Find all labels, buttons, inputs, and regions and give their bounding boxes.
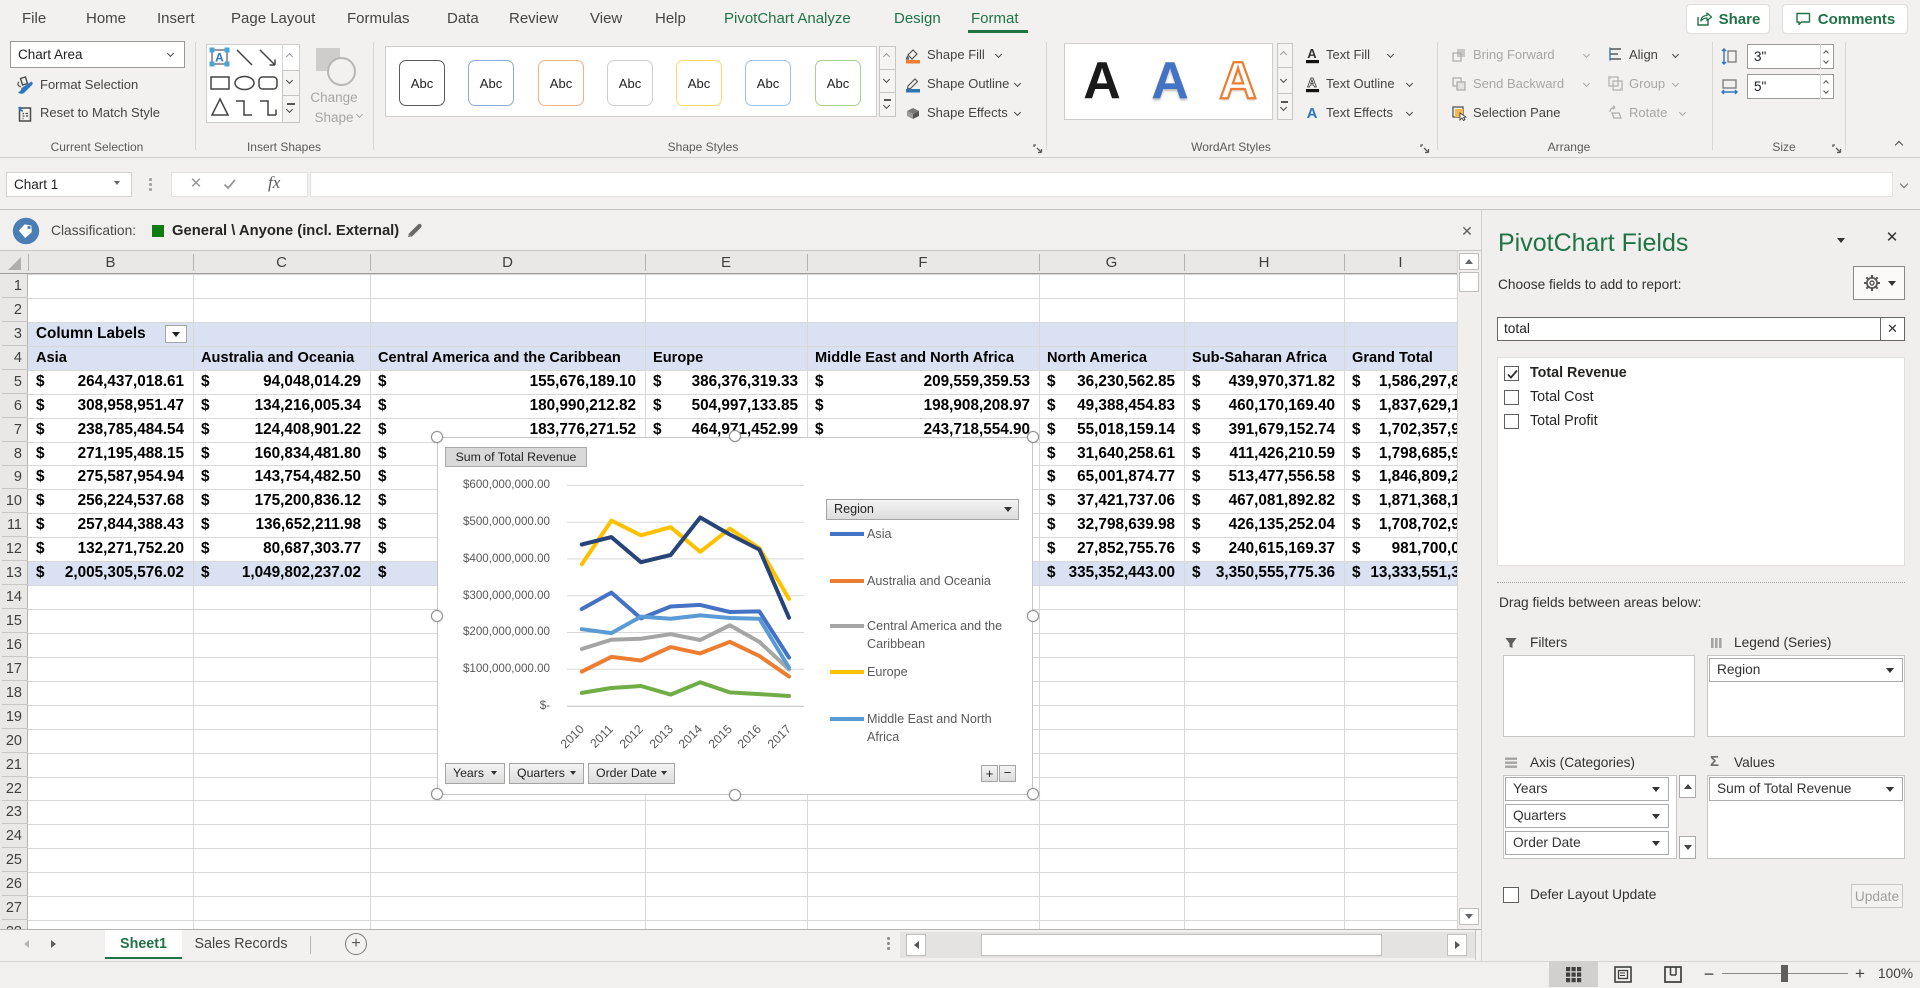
svg-text:A: A [1307, 105, 1318, 122]
svg-text:A: A [215, 51, 224, 65]
svg-text:A: A [1307, 46, 1317, 61]
svg-text:A: A [1307, 75, 1317, 90]
